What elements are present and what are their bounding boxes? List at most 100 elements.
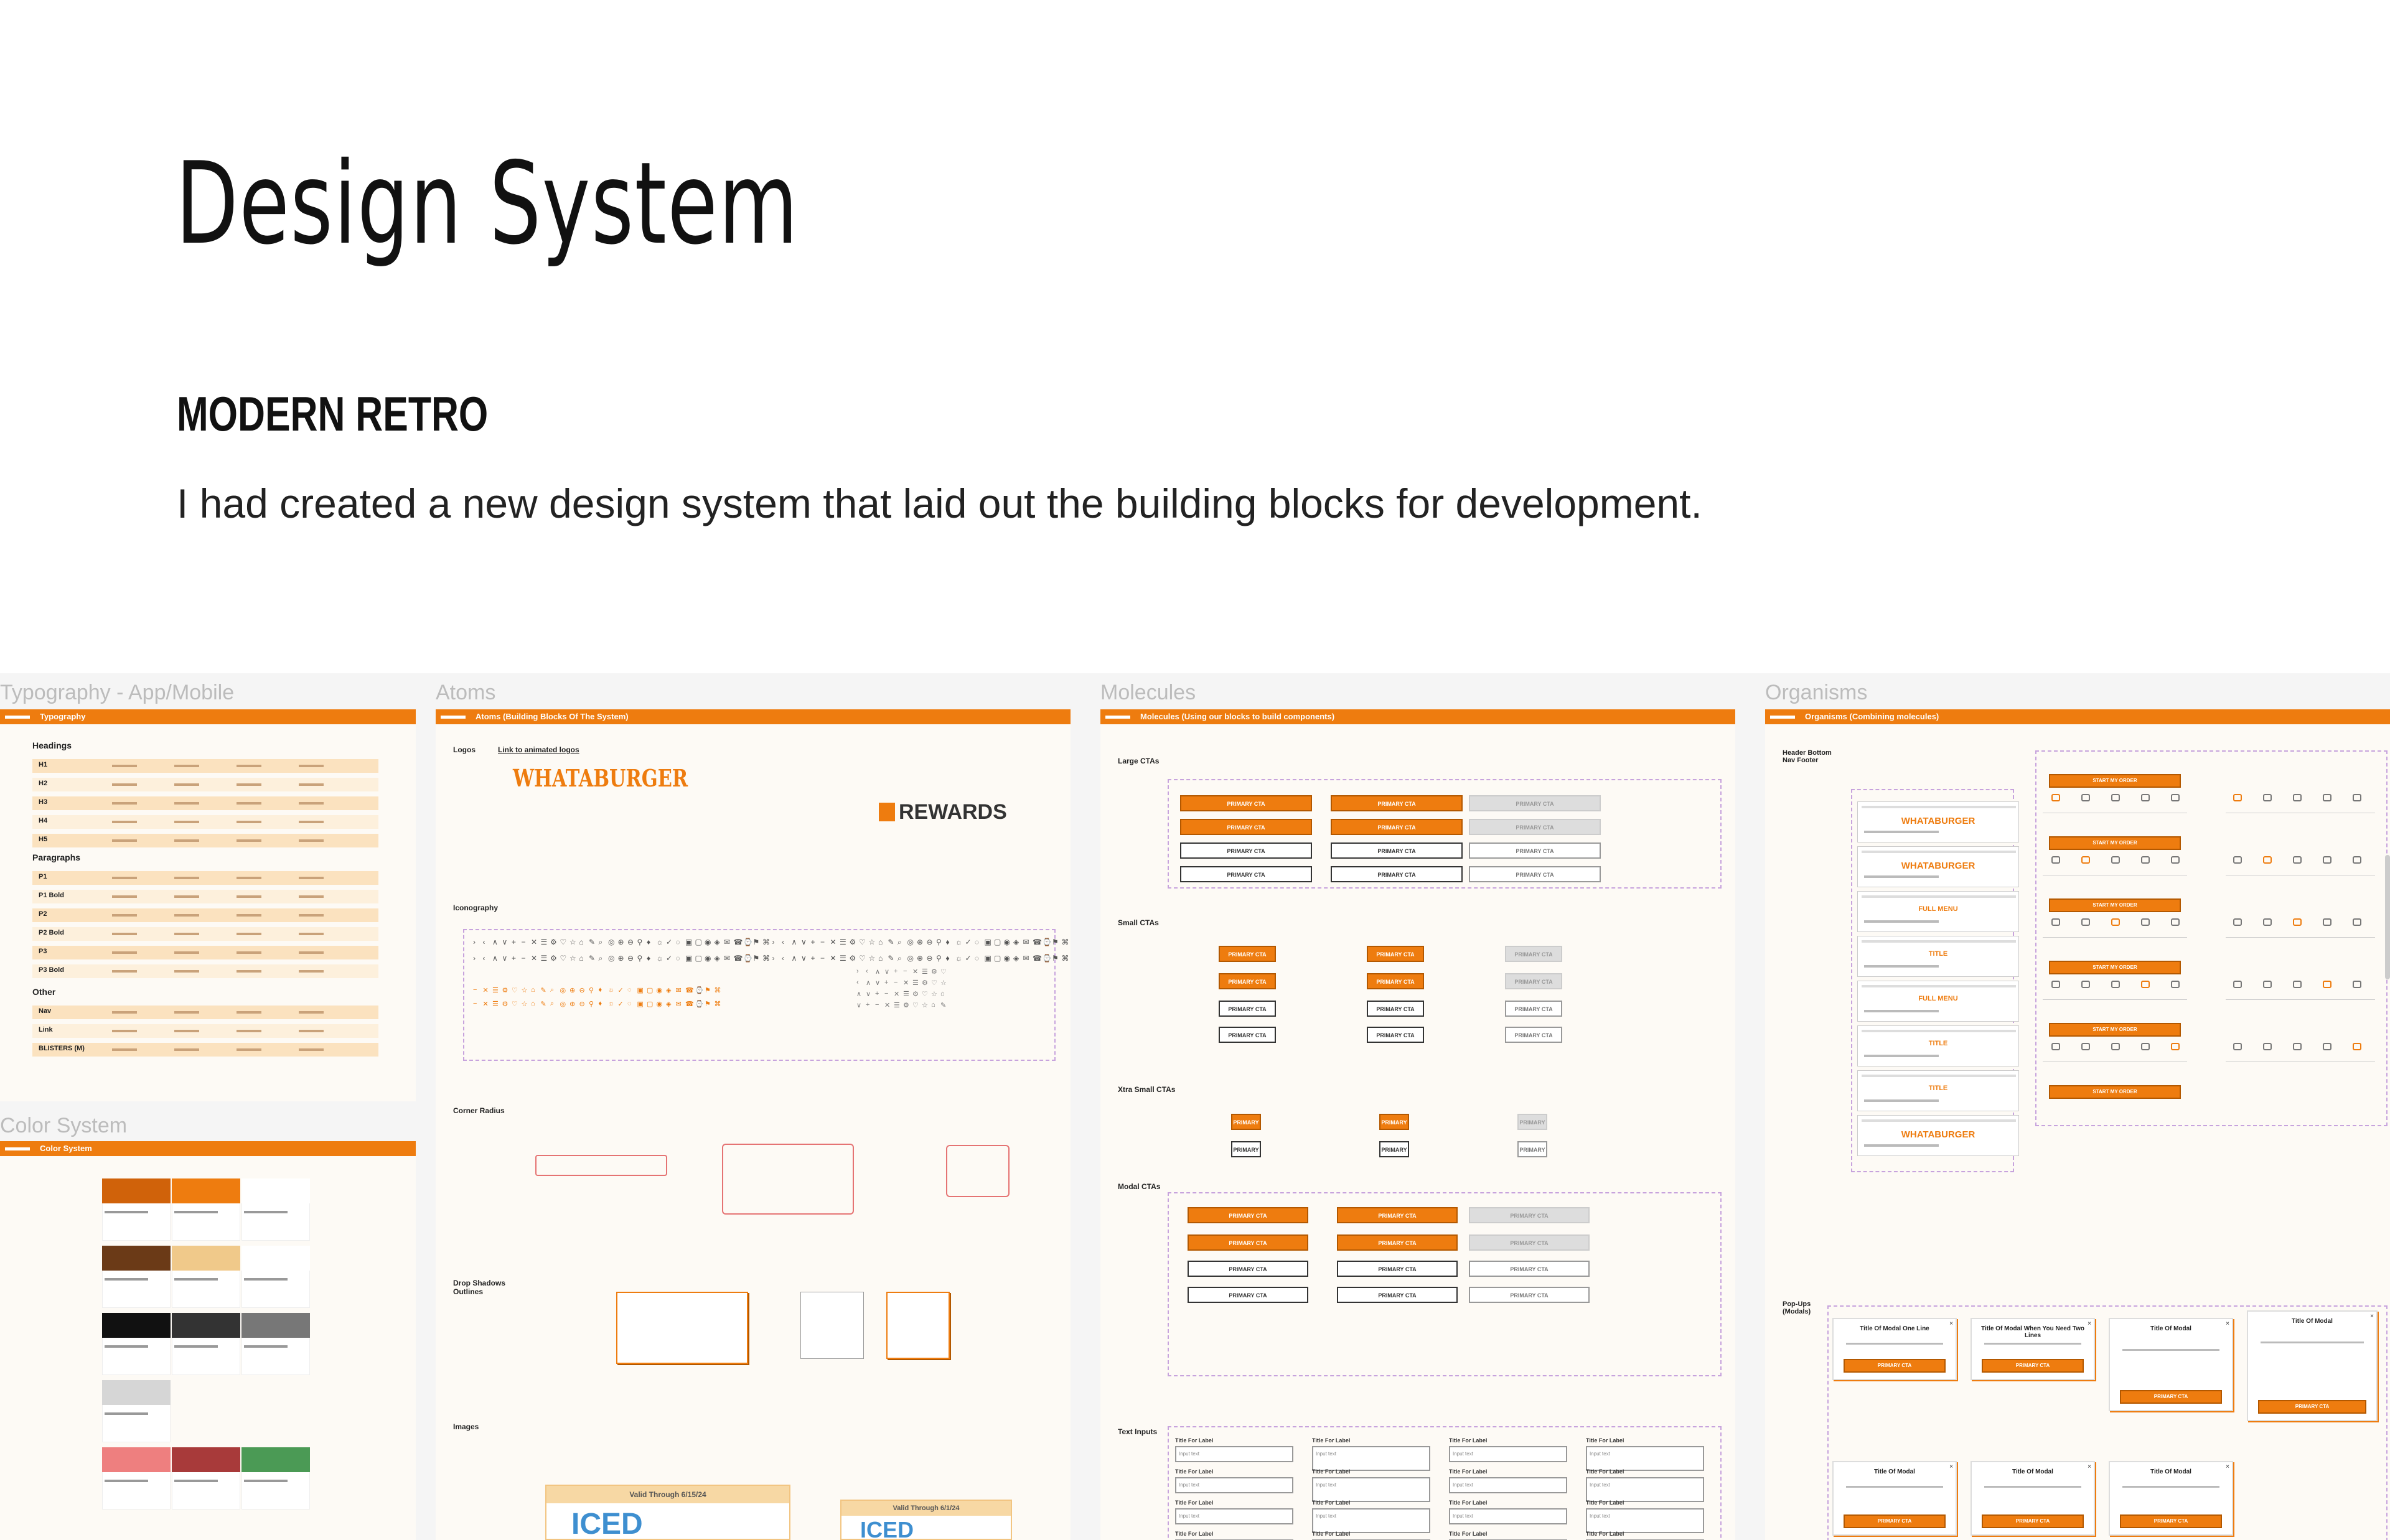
start-order-button[interactable]: START MY ORDER (2049, 961, 2181, 974)
nav-icon[interactable] (2081, 856, 2090, 864)
nav-icon[interactable] (2081, 981, 2090, 988)
cta-button[interactable]: PRIMARY (1517, 1114, 1547, 1130)
cta-button[interactable]: PRIMARY CTA (1219, 946, 1276, 962)
start-order-button[interactable]: START MY ORDER (2049, 898, 2181, 912)
modal-cta-button[interactable]: PRIMARY CTA (2120, 1514, 2222, 1528)
cta-button[interactable]: PRIMARY CTA (1469, 819, 1601, 835)
nav-icon[interactable] (2353, 794, 2361, 801)
nav-icon[interactable] (2263, 918, 2272, 926)
nav-icon[interactable] (2141, 918, 2150, 926)
nav-icon[interactable] (2111, 856, 2120, 864)
cta-button[interactable]: PRIMARY CTA (1188, 1287, 1308, 1303)
nav-icon[interactable] (2233, 918, 2242, 926)
nav-icon[interactable] (2141, 1043, 2150, 1050)
cta-button[interactable]: PRIMARY CTA (1469, 1207, 1590, 1223)
molecules-board[interactable]: Molecules (Using our blocks to build com… (1100, 709, 1735, 1540)
cta-button[interactable]: PRIMARY CTA (1469, 1287, 1590, 1303)
cta-button[interactable]: PRIMARY CTA (1337, 1287, 1458, 1303)
nav-icon[interactable] (2141, 856, 2150, 864)
cta-button[interactable]: PRIMARY CTA (1505, 973, 1562, 989)
cta-button[interactable]: PRIMARY (1517, 1141, 1547, 1157)
modal-cta-button[interactable]: PRIMARY CTA (2258, 1400, 2366, 1414)
nav-icon[interactable] (2111, 918, 2120, 926)
nav-icon[interactable] (2233, 794, 2242, 801)
text-input[interactable]: Input text (1449, 1446, 1567, 1462)
nav-icon[interactable] (2293, 1043, 2302, 1050)
text-input[interactable]: Input text (1312, 1477, 1430, 1502)
nav-icon[interactable] (2141, 794, 2150, 801)
start-order-button[interactable]: START MY ORDER (2049, 1085, 2181, 1099)
nav-icon[interactable] (2051, 1043, 2060, 1050)
modal-cta-button[interactable]: PRIMARY CTA (1982, 1514, 2084, 1528)
text-input[interactable]: Input text (1449, 1477, 1567, 1493)
nav-icon[interactable] (2111, 1043, 2120, 1050)
modal-cta-button[interactable]: PRIMARY CTA (1982, 1359, 2084, 1373)
nav-icon[interactable] (2233, 856, 2242, 864)
nav-icon[interactable] (2233, 1043, 2242, 1050)
modal-cta-button[interactable]: PRIMARY CTA (1844, 1359, 1946, 1373)
cta-button[interactable]: PRIMARY CTA (1367, 1027, 1424, 1043)
nav-icon[interactable] (2323, 981, 2331, 988)
cta-button[interactable]: PRIMARY CTA (1331, 795, 1463, 811)
nav-icon[interactable] (2353, 856, 2361, 864)
text-input[interactable]: Input text (1449, 1508, 1567, 1524)
nav-icon[interactable] (2051, 794, 2060, 801)
nav-icon[interactable] (2171, 794, 2180, 801)
cta-button[interactable]: PRIMARY CTA (1505, 1027, 1562, 1043)
nav-icon[interactable] (2111, 981, 2120, 988)
cta-button[interactable]: PRIMARY CTA (1188, 1261, 1308, 1277)
modal-cta-button[interactable]: PRIMARY CTA (1844, 1514, 1946, 1528)
text-input[interactable]: Input text (1175, 1446, 1293, 1462)
cta-button[interactable]: PRIMARY CTA (1469, 842, 1601, 859)
text-input[interactable]: Input text (1175, 1477, 1293, 1493)
typography-board[interactable]: Typography Headings H1 H2 H3 H4 H5 Paragraph… (0, 709, 416, 1101)
canvas-scrollbar[interactable] (2385, 855, 2390, 979)
nav-icon[interactable] (2323, 856, 2331, 864)
nav-icon[interactable] (2081, 794, 2090, 801)
cta-button[interactable]: PRIMARY CTA (1367, 1001, 1424, 1017)
text-input[interactable]: Input text (1175, 1508, 1293, 1524)
nav-icon[interactable] (2233, 981, 2242, 988)
nav-icon[interactable] (2081, 918, 2090, 926)
nav-icon[interactable] (2293, 856, 2302, 864)
nav-icon[interactable] (2051, 981, 2060, 988)
nav-icon[interactable] (2171, 1043, 2180, 1050)
cta-button[interactable]: PRIMARY CTA (1337, 1261, 1458, 1277)
nav-icon[interactable] (2171, 918, 2180, 926)
cta-button[interactable]: PRIMARY CTA (1469, 866, 1601, 882)
nav-icon[interactable] (2323, 794, 2331, 801)
cta-button[interactable]: PRIMARY CTA (1180, 795, 1312, 811)
cta-button[interactable]: PRIMARY CTA (1180, 842, 1312, 859)
cta-button[interactable]: PRIMARY CTA (1219, 1001, 1276, 1017)
nav-icon[interactable] (2353, 981, 2361, 988)
nav-icon[interactable] (2293, 981, 2302, 988)
nav-icon[interactable] (2293, 918, 2302, 926)
text-input[interactable]: Input text (1586, 1446, 1704, 1471)
cta-button[interactable]: PRIMARY (1379, 1141, 1409, 1157)
cta-button[interactable]: PRIMARY CTA (1188, 1234, 1308, 1251)
text-input[interactable]: Input text (1586, 1477, 1704, 1502)
cta-button[interactable]: PRIMARY CTA (1331, 842, 1463, 859)
text-input[interactable]: Input text (1312, 1508, 1430, 1533)
nav-icon[interactable] (2081, 1043, 2090, 1050)
nav-icon[interactable] (2293, 794, 2302, 801)
nav-icon[interactable] (2263, 856, 2272, 864)
start-order-button[interactable]: START MY ORDER (2049, 836, 2181, 850)
cta-button[interactable]: PRIMARY CTA (1469, 1261, 1590, 1277)
nav-icon[interactable] (2353, 1043, 2361, 1050)
organisms-board[interactable]: Organisms (Combining molecules) Header B… (1765, 709, 2390, 1540)
nav-icon[interactable] (2263, 981, 2272, 988)
nav-icon[interactable] (2051, 856, 2060, 864)
nav-icon[interactable] (2263, 1043, 2272, 1050)
cta-button[interactable]: PRIMARY CTA (1219, 973, 1276, 989)
start-order-button[interactable]: START MY ORDER (2049, 774, 2181, 788)
cta-button[interactable]: PRIMARY CTA (1469, 795, 1601, 811)
design-canvas[interactable]: Typography - App/Mobile Typography Headi… (0, 673, 2390, 1540)
nav-icon[interactable] (2051, 918, 2060, 926)
nav-icon[interactable] (2171, 981, 2180, 988)
animated-logos-link[interactable]: Link to animated logos (498, 745, 579, 754)
nav-icon[interactable] (2141, 981, 2150, 988)
nav-icon[interactable] (2323, 1043, 2331, 1050)
start-order-button[interactable]: START MY ORDER (2049, 1023, 2181, 1037)
cta-button[interactable]: PRIMARY CTA (1367, 973, 1424, 989)
